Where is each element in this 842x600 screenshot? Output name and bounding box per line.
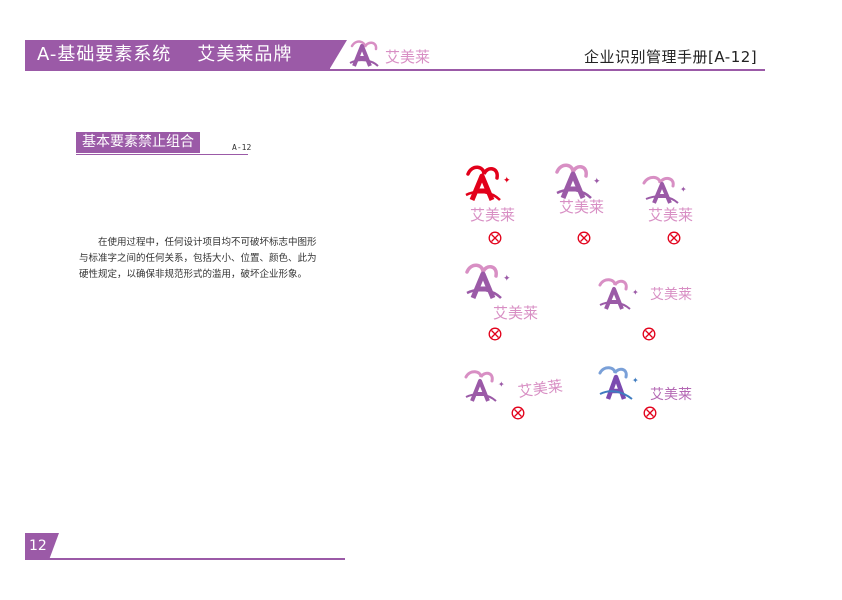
header-band-slant: [329, 40, 347, 70]
logo-text: 艾美莱: [648, 206, 693, 224]
sparkle-icon: ✦: [632, 288, 639, 297]
sparkle-icon: ✦: [503, 274, 511, 284]
footer-rule: [25, 558, 345, 560]
letter-a-icon: [470, 271, 496, 299]
body-line: 在使用过程中，任何设计项目均不可破坏标志中图形: [98, 237, 317, 248]
letter-a-icon: [604, 287, 624, 310]
prohibited-icon: [488, 231, 502, 245]
prohibited-icon: [488, 327, 502, 341]
header-title: A-基础要素系统 艾美莱品牌: [37, 42, 292, 68]
logo-example: ✦ 艾美莱: [465, 263, 538, 320]
logo-example: ✦ 艾美莱: [465, 165, 515, 222]
sparkle-icon: ✦: [632, 376, 639, 385]
prohibited-icon: [642, 327, 656, 341]
letter-a-icon: [469, 173, 495, 201]
header-logo-text: 艾美莱: [385, 48, 430, 66]
prohibited-icon: [667, 231, 681, 245]
prohibited-icon: [643, 406, 657, 420]
letter-a-icon: [605, 374, 627, 400]
page-number: 12: [29, 538, 47, 554]
logo-text: 艾美莱: [650, 387, 692, 403]
section-code: A-12: [232, 143, 252, 152]
section-title: A-基础要素系统: [37, 44, 172, 65]
logo-example: ✦ 艾美莱: [555, 163, 604, 216]
logo-text: 艾美莱: [470, 206, 515, 222]
sparkle-icon: ✦: [498, 380, 505, 389]
sparkle-icon: ✦: [680, 185, 687, 194]
letter-a-icon: [352, 44, 372, 67]
letter-a-icon: [560, 171, 586, 199]
logo-text: 艾美莱: [517, 377, 564, 401]
body-line: 与标准字之间的任何关系，包括大小、位置、颜色、此为: [79, 253, 317, 264]
letter-a-icon: [652, 182, 672, 204]
letter-a-icon: [470, 379, 490, 402]
logo-example: ✦ 艾美莱: [642, 175, 693, 224]
heart-swoosh-icon: [598, 366, 628, 379]
heart-swoosh-icon: [642, 175, 675, 188]
sparkle-icon: ✦: [503, 176, 511, 186]
section-heading: 基本要素禁止组合: [76, 132, 200, 153]
logo-text: 艾美莱: [650, 287, 692, 303]
body-line: 硬性规定，以确保非规范形式的滥用，破坏企业形象。: [79, 269, 308, 280]
sparkle-icon: ✦: [593, 177, 601, 187]
section-rule: [76, 154, 248, 155]
manual-title: 企业识别管理手册[A-12]: [584, 48, 758, 66]
swoosh-icon: [599, 390, 633, 400]
swoosh-icon: [645, 195, 679, 204]
prohibited-icon: [577, 231, 591, 245]
logo-example: ✦ 艾美莱: [598, 278, 692, 310]
prohibited-icon: [511, 406, 525, 420]
logo-text: 艾美莱: [493, 304, 538, 320]
logo-text: 艾美莱: [559, 198, 604, 216]
footer-band-slant: [49, 533, 59, 560]
body-text: 在使用过程中，任何设计项目均不可破坏标志中图形 与标准字之间的任何关系，包括大小…: [79, 235, 349, 283]
header-brand-logo: 艾美莱: [349, 40, 430, 67]
brand-title: 艾美莱品牌: [197, 44, 293, 65]
